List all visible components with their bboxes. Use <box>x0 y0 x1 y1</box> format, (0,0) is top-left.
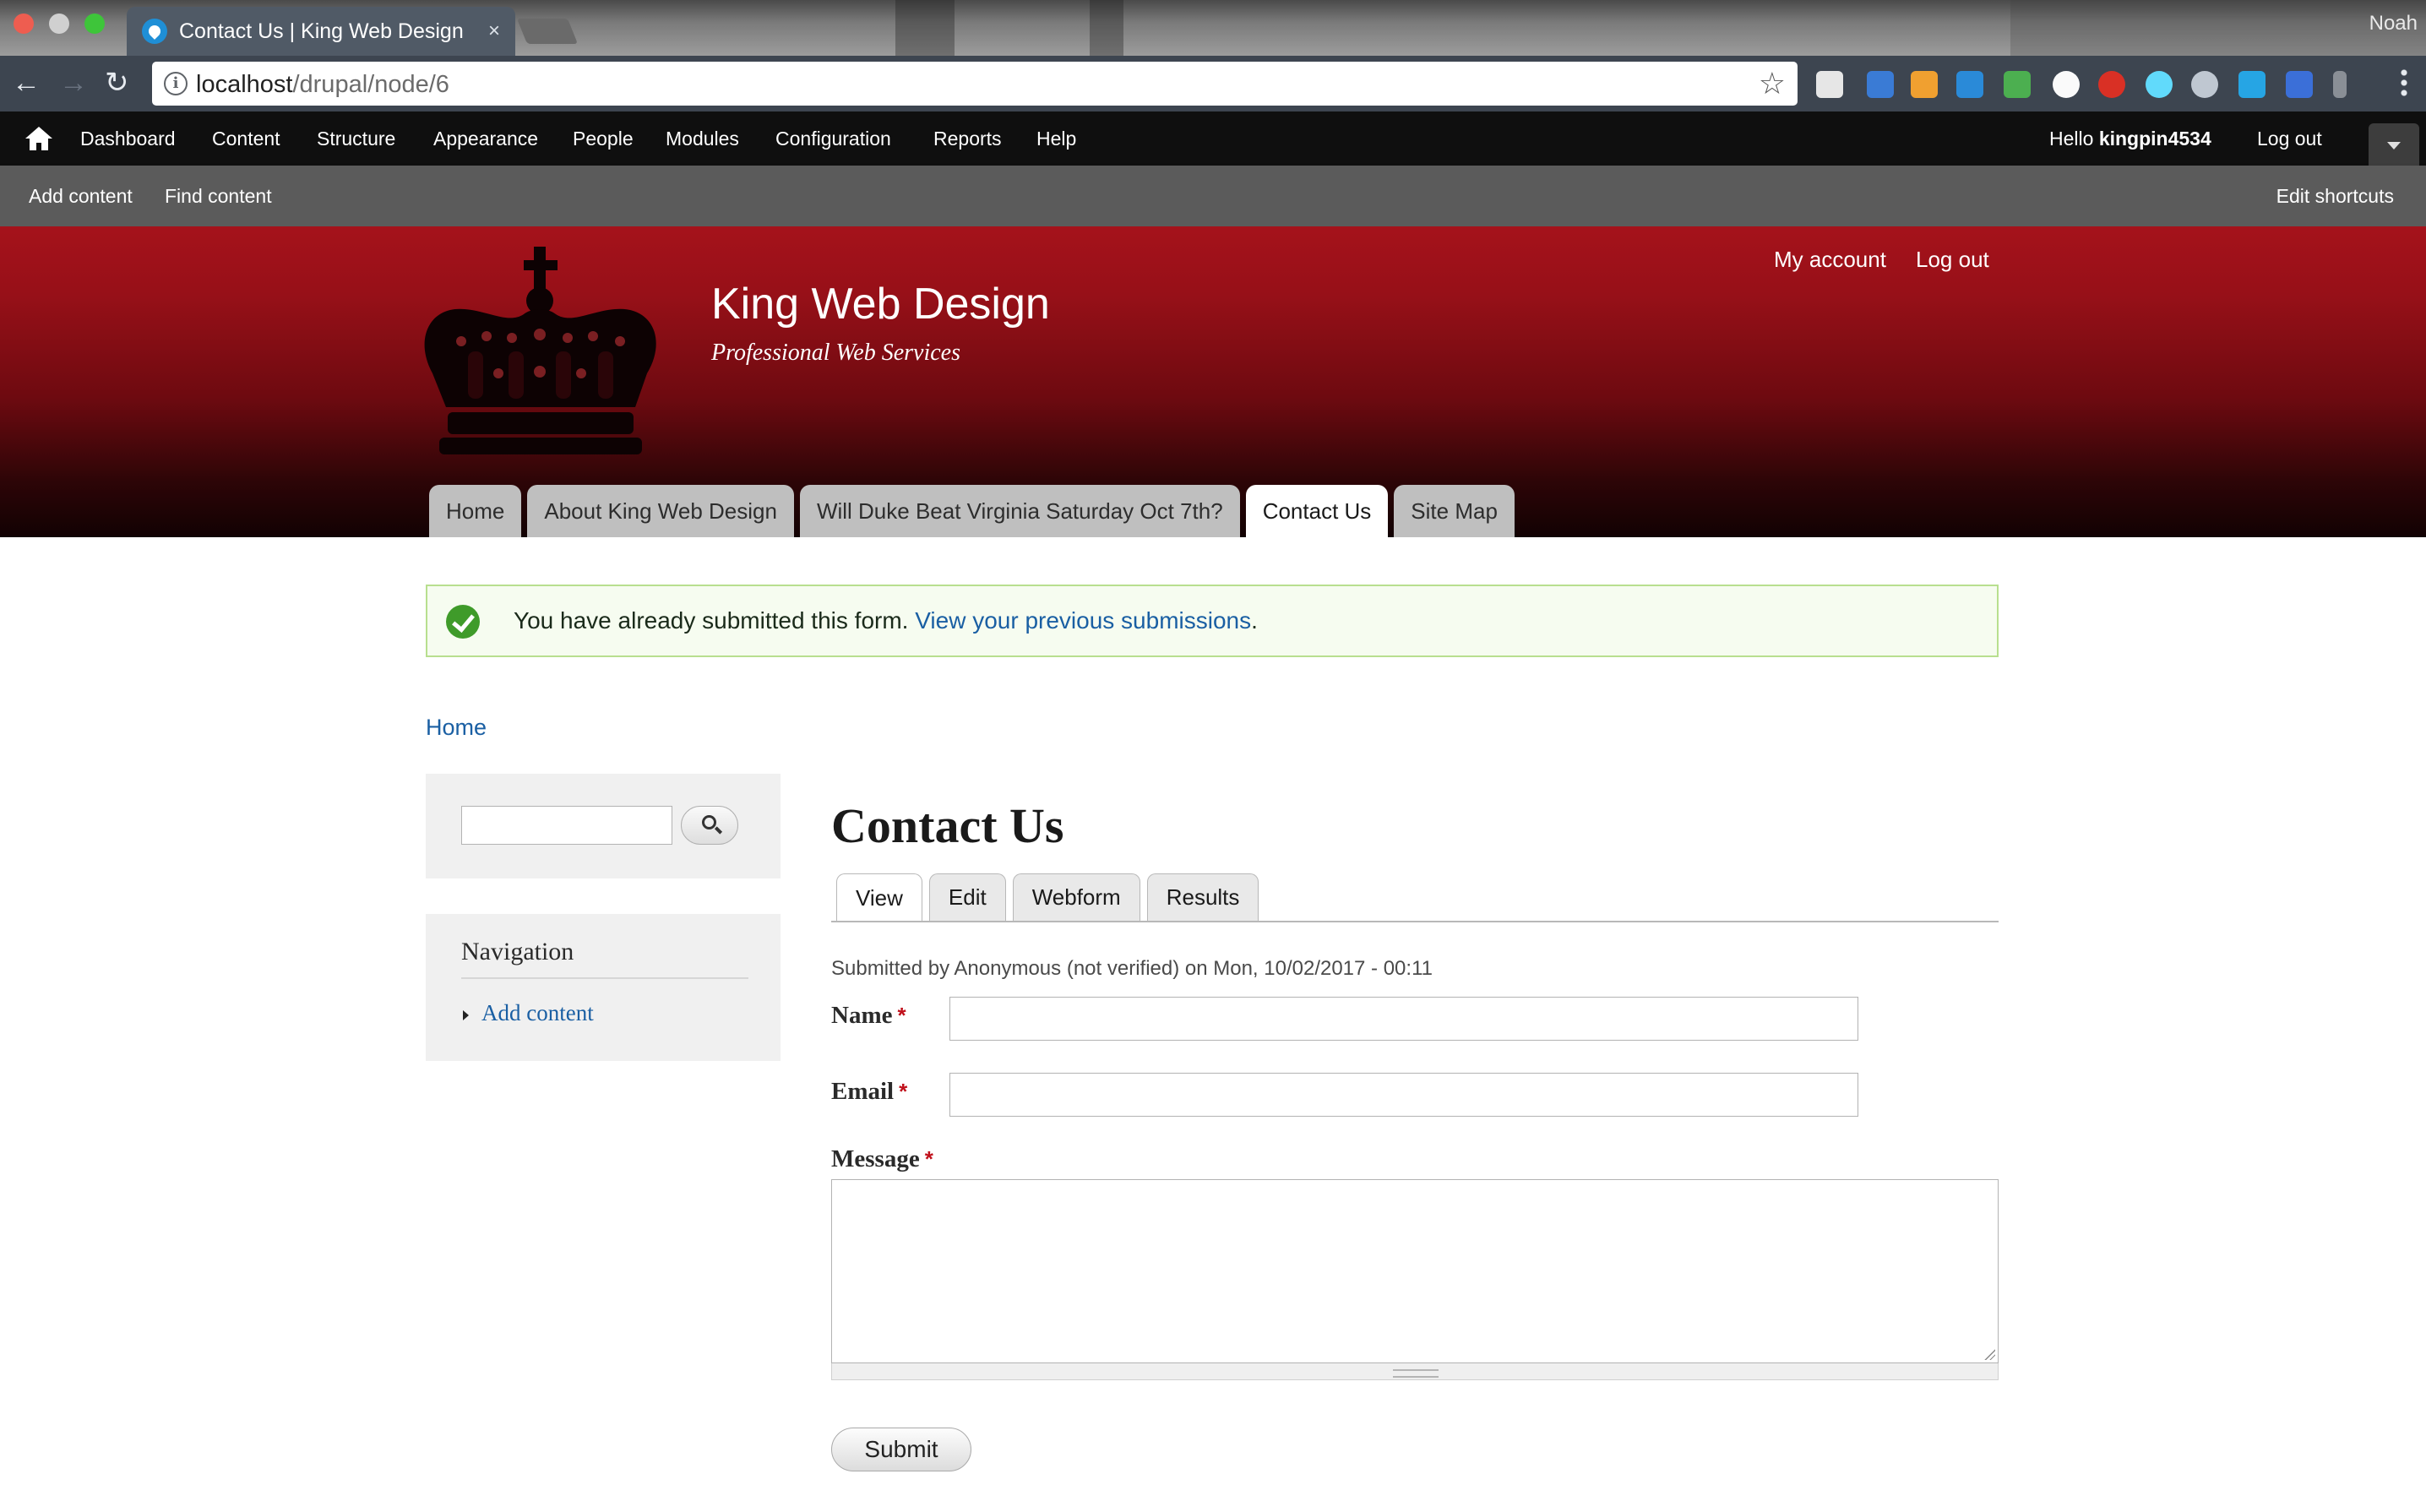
extension-cors-icon[interactable] <box>2098 71 2125 98</box>
minimize-window-button[interactable] <box>49 14 69 34</box>
home-icon[interactable] <box>24 125 54 152</box>
site-info-icon[interactable]: i <box>164 72 188 95</box>
shortcuts-drawer-toggle[interactable] <box>2369 123 2419 166</box>
extension-new-icon[interactable] <box>2004 71 2031 98</box>
bookmark-star-icon[interactable]: ☆ <box>1759 66 1786 101</box>
back-arrow-icon[interactable]: ← <box>12 68 41 98</box>
site-name[interactable]: King Web Design <box>711 279 1050 329</box>
required-marker: * <box>899 1079 908 1104</box>
address-bar-url[interactable]: localhost/drupal/node/6 <box>196 71 449 99</box>
email-label: Email * <box>831 1078 908 1105</box>
extension-tool-icon[interactable] <box>1911 71 1938 98</box>
submitted-by-text: Submitted by Anonymous (not verified) on… <box>831 957 1433 980</box>
message-label: Message * <box>831 1145 933 1172</box>
status-message: You have already submitted this form. Vi… <box>426 585 1999 657</box>
admin-menu-people[interactable]: People <box>573 128 634 150</box>
textarea-resize-handle[interactable] <box>831 1363 1999 1380</box>
navigation-divider <box>461 977 748 979</box>
required-marker: * <box>897 1003 906 1028</box>
admin-menu-help[interactable]: Help <box>1036 128 1076 150</box>
admin-logout-link[interactable]: Log out <box>2257 128 2322 150</box>
shortcut-bar: Add content Find content Edit shortcuts <box>0 166 2426 226</box>
search-button[interactable] <box>681 806 738 845</box>
submit-button[interactable]: Submit <box>831 1428 971 1471</box>
tabs-divider <box>831 921 1999 922</box>
browser-menu-icon[interactable] <box>2401 68 2407 98</box>
profile-name[interactable]: Noah <box>2369 12 2418 35</box>
navigation-block: Navigation Add content <box>426 914 781 1061</box>
admin-menu-configuration[interactable]: Configuration <box>775 128 891 150</box>
maximize-window-button[interactable] <box>84 14 105 34</box>
collapsed-triangle-icon <box>463 1010 469 1020</box>
browser-tab-title: Contact Us | King Web Design <box>179 19 464 43</box>
checkmark-icon <box>446 605 480 639</box>
admin-toolbar: Dashboard Content Structure Appearance P… <box>0 111 2426 166</box>
search-block <box>426 774 781 878</box>
reload-icon[interactable]: ↻ <box>105 68 129 98</box>
edit-shortcuts-link[interactable]: Edit shortcuts <box>2276 185 2394 208</box>
nav-add-content-link[interactable]: Add content <box>481 1000 594 1026</box>
primary-tab-home[interactable]: Home <box>429 485 522 537</box>
primary-tab-contact[interactable]: Contact Us <box>1245 485 1389 537</box>
local-tasks: View Edit Webform Results <box>836 873 1259 922</box>
admin-menu-modules[interactable]: Modules <box>666 128 739 150</box>
primary-tab-about[interactable]: About King Web Design <box>527 485 794 537</box>
user-greeting: Hello kingpin4534 <box>2049 128 2211 150</box>
extension-link-icon[interactable] <box>1956 71 1983 98</box>
admin-menu-structure[interactable]: Structure <box>317 128 395 150</box>
name-field[interactable] <box>949 997 1858 1041</box>
extension-note-icon[interactable] <box>1816 71 1843 98</box>
extension-z-icon[interactable] <box>2286 71 2313 98</box>
admin-menu-content[interactable]: Content <box>212 128 280 150</box>
extension-react-icon[interactable] <box>2146 71 2173 98</box>
message-textarea[interactable] <box>831 1179 1999 1363</box>
previous-submissions-link[interactable]: View your previous submissions <box>915 607 1251 634</box>
crown-logo-icon[interactable] <box>414 247 667 458</box>
site-logout-link[interactable]: Log out <box>1916 247 1989 273</box>
required-marker: * <box>924 1146 933 1172</box>
forward-arrow-icon[interactable]: → <box>59 68 88 98</box>
username[interactable]: kingpin4534 <box>2099 128 2211 150</box>
name-label: Name * <box>831 1002 906 1029</box>
tab-edit[interactable]: Edit <box>928 873 1006 921</box>
admin-menu-appearance[interactable]: Appearance <box>433 128 538 150</box>
site-slogan: Professional Web Services <box>711 340 960 366</box>
extension-pen-icon[interactable] <box>1867 71 1894 98</box>
extension-gear-icon[interactable] <box>2191 71 2218 98</box>
new-tab-button[interactable] <box>516 19 579 44</box>
extension-pin-icon[interactable] <box>2333 71 2347 98</box>
navigation-title: Navigation <box>461 938 574 965</box>
resize-corner-icon[interactable] <box>1983 1348 1995 1360</box>
search-input[interactable] <box>461 806 672 845</box>
primary-tab-site-map[interactable]: Site Map <box>1394 485 1515 537</box>
tab-view[interactable]: View <box>836 873 922 922</box>
tab-close-icon[interactable]: × <box>488 19 500 43</box>
admin-menu-dashboard[interactable]: Dashboard <box>80 128 176 150</box>
primary-menu: Home About King Web Design Will Duke Bea… <box>429 485 1515 537</box>
email-field[interactable] <box>949 1073 1858 1117</box>
page-title: Contact Us <box>831 798 1064 853</box>
shortcut-find-content[interactable]: Find content <box>165 185 272 208</box>
browser-tab-active[interactable]: Contact Us | King Web Design × <box>127 7 515 56</box>
primary-tab-duke-article[interactable]: Will Duke Beat Virginia Saturday Oct 7th… <box>799 485 1240 537</box>
extension-m-icon[interactable] <box>2238 71 2266 98</box>
extension-circle-icon[interactable] <box>2053 71 2080 98</box>
address-bar[interactable]: i localhost/drupal/node/6 ☆ <box>152 62 1798 106</box>
tab-results[interactable]: Results <box>1146 873 1259 921</box>
shortcut-add-content[interactable]: Add content <box>29 185 133 208</box>
status-message-text: You have already submitted this form. Vi… <box>514 607 1258 634</box>
drupal-favicon-icon <box>142 19 167 44</box>
tab-webform[interactable]: Webform <box>1012 873 1140 921</box>
my-account-link[interactable]: My account <box>1774 247 1886 273</box>
search-icon <box>702 815 716 829</box>
site-header: King Web Design Professional Web Service… <box>0 226 2426 537</box>
browser-tab-strip: Contact Us | King Web Design × Noah <box>0 0 2426 56</box>
close-window-button[interactable] <box>14 14 34 34</box>
admin-menu-reports[interactable]: Reports <box>933 128 1002 150</box>
breadcrumb-home-link[interactable]: Home <box>426 715 487 741</box>
